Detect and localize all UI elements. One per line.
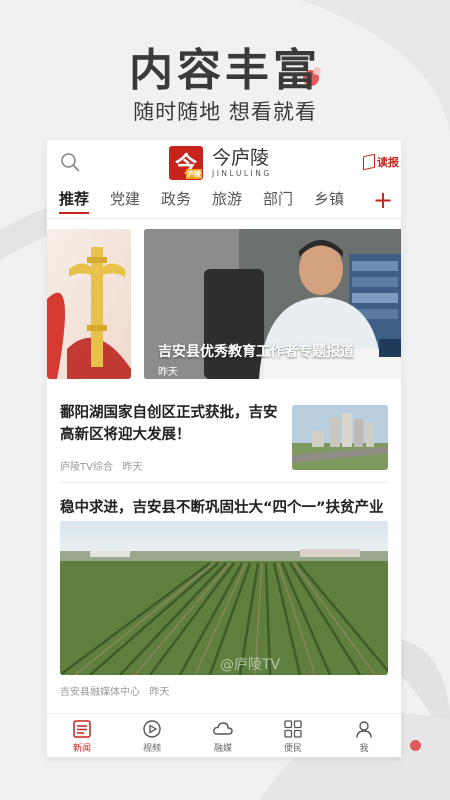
article-time: 昨天 (149, 687, 170, 698)
image-watermark: @庐陵TV (220, 657, 281, 673)
brand-name: 今庐陵 (212, 147, 270, 169)
brand-pinyin: JINLULING (212, 169, 272, 178)
nav-label: 便民 (283, 744, 302, 754)
search-icon[interactable] (60, 152, 80, 172)
read-newspaper-button[interactable]: 读报 (363, 153, 399, 171)
nav-label: 视频 (142, 744, 161, 754)
play-icon (143, 720, 161, 738)
grid-icon (284, 720, 302, 738)
read-label: 读报 (377, 156, 399, 169)
article-image[interactable]: @庐陵TV (60, 521, 388, 675)
tab-recommend[interactable]: 推荐 (59, 188, 89, 209)
article-thumbnail[interactable] (292, 405, 388, 470)
tab-party[interactable]: 党建 (110, 188, 140, 209)
article-title[interactable]: 稳中求进，吉安县不断巩固壮大“四个一”扶贫产业 (60, 496, 390, 517)
article-title[interactable]: 鄱阳湖国家自创区正式获批，吉安高新区将迎大发展！ (60, 402, 282, 446)
top-bar: 今 庐陵 今庐陵 JINLULING 读报 (47, 140, 401, 186)
channel-tabs: 推荐 党建 政务 旅游 部门 乡镇 + (47, 186, 401, 219)
nav-media[interactable]: 融媒 (198, 719, 248, 754)
article-source: 庐陵TV综合 (60, 462, 113, 473)
divider (60, 482, 388, 483)
decor-dot (410, 740, 421, 751)
app-logo: 今 庐陵 今庐陵 JINLULING (169, 146, 272, 180)
promo-subtitle: 随时随地 想看就看 (133, 100, 317, 124)
nav-video[interactable]: 视频 (127, 719, 177, 754)
nav-label: 新闻 (72, 744, 91, 754)
article-time: 昨天 (122, 462, 143, 473)
nav-services[interactable]: 便民 (268, 719, 318, 754)
article-source: 吉安县融媒体中心 (60, 687, 140, 698)
tab-township[interactable]: 乡镇 (314, 188, 344, 209)
thumbnail-image (292, 405, 388, 470)
carousel-slide-main[interactable]: 吉安县优秀教育工作者专题报道 昨天 (144, 229, 401, 379)
logo-mark: 今 庐陵 (169, 146, 203, 180)
tab-department[interactable]: 部门 (263, 188, 293, 209)
logo-mini-label: 庐陵 (186, 169, 202, 179)
carousel-caption: 吉安县优秀教育工作者专题报道 (158, 344, 354, 360)
tab-government[interactable]: 政务 (161, 188, 191, 209)
nav-label: 融媒 (213, 744, 232, 754)
tab-travel[interactable]: 旅游 (212, 188, 242, 209)
app-screen: 今 庐陵 今庐陵 JINLULING 读报 推荐 党建 政务 旅游 部门 乡镇 … (47, 140, 401, 757)
article-image-graphic: @庐陵TV (60, 521, 388, 675)
news-icon (73, 720, 91, 738)
bottom-nav: 新闻 视频 融媒 便民 我 (47, 713, 401, 757)
article-meta: 庐陵TV综合 昨天 (60, 458, 143, 473)
article-meta: 吉安县融媒体中心 昨天 (60, 683, 170, 698)
cloud-icon (213, 722, 233, 735)
nav-label: 我 (359, 744, 369, 754)
active-tab-indicator (59, 212, 89, 214)
newspaper-icon (363, 153, 375, 171)
slide-image (47, 229, 131, 379)
carousel-slide-prev[interactable] (47, 229, 131, 379)
carousel-time: 昨天 (158, 367, 178, 378)
nav-me[interactable]: 我 (339, 719, 389, 754)
promo-title: 内容丰富 (129, 45, 321, 96)
person-icon (356, 721, 372, 738)
add-channel-button[interactable]: + (373, 186, 393, 214)
nav-news[interactable]: 新闻 (57, 719, 107, 754)
